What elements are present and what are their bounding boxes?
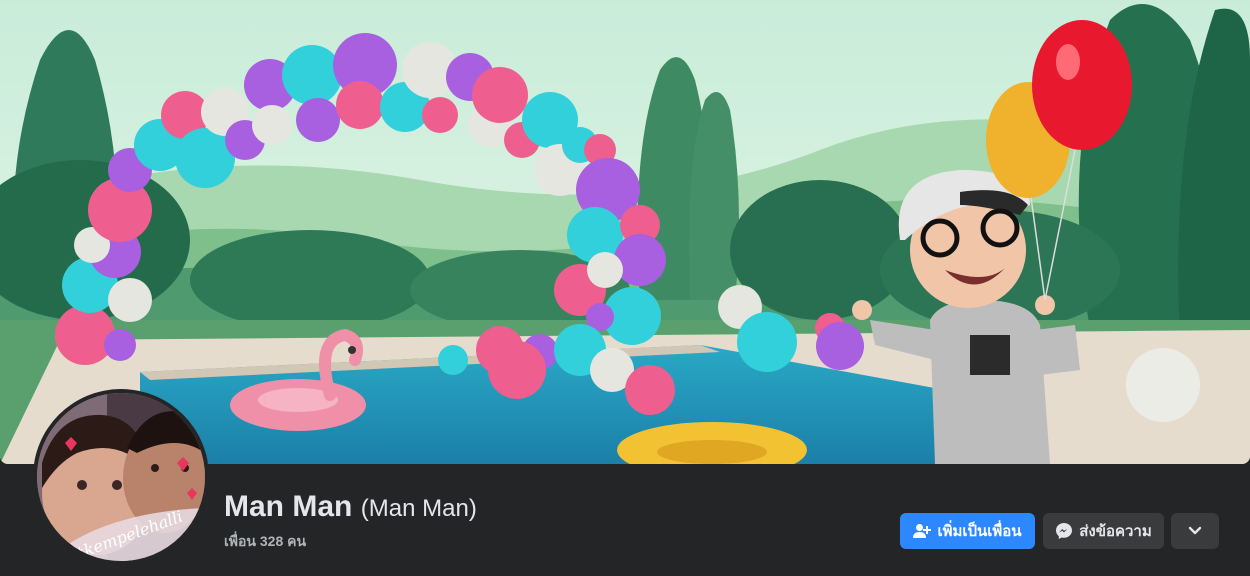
cover-illustration <box>0 0 1250 464</box>
profile-name-line: Man Man (Man Man) <box>224 490 477 524</box>
cover-photo[interactable] <box>0 0 1250 464</box>
profile-alternate-name: (Man Man) <box>360 495 477 522</box>
profile-photo-image: #kempelehalli <box>37 393 205 561</box>
message-button[interactable]: ส่งข้อความ <box>1043 513 1164 549</box>
add-friend-button[interactable]: เพิ่มเป็นเพื่อน <box>900 513 1035 549</box>
add-friend-icon <box>913 523 932 539</box>
profile-picture[interactable]: #kempelehalli <box>37 393 205 561</box>
chevron-down-icon <box>1188 523 1202 540</box>
add-friend-label: เพิ่มเป็นเพื่อน <box>937 523 1022 540</box>
profile-picture-frame[interactable]: #kempelehalli <box>33 389 209 565</box>
friends-count-link[interactable]: เพื่อน 328 คน <box>224 531 306 553</box>
more-options-button[interactable] <box>1171 513 1219 549</box>
message-label: ส่งข้อความ <box>1079 523 1152 540</box>
profile-name: Man Man <box>224 490 353 523</box>
messenger-icon <box>1055 522 1073 540</box>
